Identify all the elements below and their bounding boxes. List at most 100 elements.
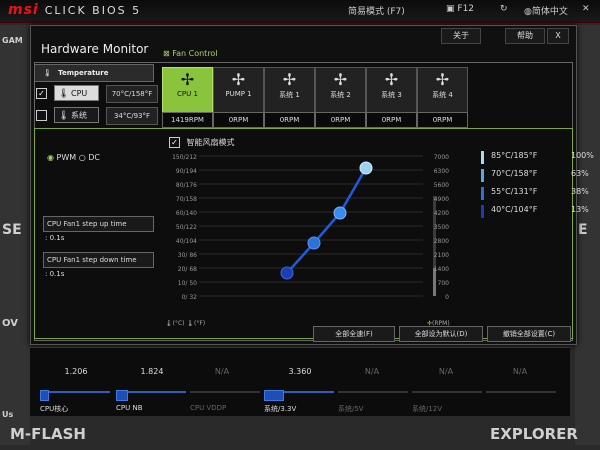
voltage-monitor: 1.206 1.824 N/A 3.360 N/A N/A N/A CPU核心 … [30,347,570,416]
thermometer-icon: 🌡 [165,320,173,327]
voltage-label: CPU NB [116,404,143,412]
fan-rpm-sys2: 0RPM [315,112,366,128]
fan-tab-pump1[interactable]: ✢ PUMP 1 [213,67,264,113]
voltage-value: N/A [512,367,528,376]
fan-icon: ✢ [435,70,450,89]
step-down-time-value: : 0.1s [45,270,65,278]
close-button[interactable]: X [547,28,569,44]
fan-tab-sys2[interactable]: ✢ 系统 2 [315,67,366,113]
fan-icon: ✢ [282,70,297,89]
window-title: Hardware Monitor [41,42,149,56]
voltage-label: CPU VDDP [190,404,227,412]
fan-rpm-cpu1: 1419RPM [162,112,213,128]
dc-label: DC [88,153,100,162]
full-speed-button[interactable]: 全部全速(F) [313,326,395,342]
voltage-bar-cpu-nb [116,390,128,401]
easy-mode-button[interactable]: 简易模式 (F7) [348,4,405,17]
legend-row-85: 85°C/185°F 100% [481,151,594,164]
legend-row-55: 55°C/131°F 38% [481,187,589,200]
temp-axis-ticks: 150/212 90/194 80/176 70/158 60/140 50/122 40/… [172,154,197,301]
brand-logo: msi CLICK BIOS 5 [8,2,142,18]
fan-rpm-sys1: 0RPM [264,112,315,128]
smart-fan-checkbox[interactable]: ✓ [169,137,180,148]
voltage-value: 1.206 [64,367,88,376]
fan-rpm-sys4: 0RPM [417,112,468,128]
top-bar: msi CLICK BIOS 5 简易模式 (F7) ▣ F12 ↻ ◍简体中文 … [0,0,600,23]
bg-label-ov: OV [2,318,18,329]
sensor-value-system: 34°C/93°F [106,107,158,125]
curve-point-70c [333,206,347,220]
thermometer-icon: 🌡 [58,89,70,99]
fan-tab-sys1[interactable]: ✢ 系统 1 [264,67,315,113]
bg-label-gam: GAM [2,36,23,45]
fan-tab-sys3[interactable]: ✢ 系统 3 [366,67,417,113]
fan-rpm-sys3: 0RPM [366,112,417,128]
sensor-value-cpu: 70°C/158°F [106,85,158,103]
cancel-all-button[interactable]: 撤销全部设置(C) [487,326,571,342]
fan-control-label: ⊠ Fan Control [163,49,218,58]
voltage-bar-sys-3v3 [264,390,284,401]
smart-fan-mode[interactable]: ✓ 智能风扇模式 [169,137,235,148]
fan-tab-sys4[interactable]: ✢ 系统 4 [417,67,468,113]
sensor-checkbox-system[interactable] [36,110,47,121]
screenshot-button[interactable]: ▣ F12 [446,4,474,14]
explorer-button[interactable]: EXPLORER [490,425,578,443]
thermometer-icon: 🌡 [58,111,70,121]
voltage-track [338,391,408,393]
voltage-label: 系统/5V [338,405,364,413]
voltage-track [412,391,482,393]
bg-label-us: Us [2,410,14,419]
thermometer-icon: 🌡 [186,320,195,327]
temp-unit-label: 🌡(°C) 🌡(°F) [165,320,206,327]
temperature-header: 🌡 Temperature [34,64,154,82]
mflash-button[interactable]: M-FLASH [10,425,86,443]
refresh-icon[interactable]: ↻ [500,4,508,14]
fan-icon: ✢ [180,70,195,89]
language-button[interactable]: ◍简体中文 [524,4,568,17]
pwm-radio[interactable]: ◉ [47,153,54,162]
help-button[interactable]: 帮助 [505,28,545,44]
exit-icon[interactable]: ✕ [582,4,590,14]
fan-icon: ✢ [231,70,246,89]
fan-curve-chart: 150/212 90/194 80/176 70/158 60/140 50/122 40/… [161,148,453,336]
step-down-time-label[interactable]: CPU Fan1 step down time [43,252,154,268]
voltage-track [190,391,260,393]
hardware-monitor-window: Hardware Monitor 关于 帮助 X 🌡 Temperature ✓… [30,25,594,345]
fan-mode-group: ◉ PWM ○ DC [47,153,100,162]
voltage-label: 系统/12V [412,405,443,413]
curve-point-85c [359,161,373,175]
voltage-value: N/A [364,367,380,376]
voltage-label: 系统/3.3V [264,405,297,413]
step-up-time-value: : 0.1s [45,234,65,242]
voltage-value: 3.360 [288,367,312,376]
curve-point-55c [307,236,321,250]
legend-row-70: 70°C/158°F 63% [481,169,589,182]
sensor-name-system[interactable]: 🌡 系统 [54,107,99,123]
voltage-value: N/A [438,367,454,376]
rpm-axis-ticks: 7000 6300 5600 4900 4200 3500 2800 2100 1400 700 0 [433,154,449,301]
thermometer-icon: 🌡 [43,69,52,77]
bg-label-e: E [578,222,588,238]
camera-icon: ▣ [446,4,455,14]
sensor-checkbox-cpu[interactable]: ✓ [36,88,47,99]
bg-label-se: SE [2,222,22,238]
legend-row-40: 40°C/104°F 13% [481,205,589,218]
fan-rpm-pump1: 0RPM [213,112,264,128]
fan-icon: ✢ [333,70,348,89]
pwm-label: PWM [56,153,77,162]
voltage-value: 1.824 [140,367,164,376]
fan-tab-cpu1[interactable]: ✢ CPU 1 [162,67,213,113]
voltage-track [40,391,110,393]
globe-icon: ◍ [524,7,532,17]
fan-icon: ✢ [384,70,399,89]
curve-point-40c [280,266,294,280]
sensor-name-cpu[interactable]: 🌡 CPU [54,85,99,101]
voltage-label: CPU核心 [40,405,69,413]
voltage-value: N/A [214,367,230,376]
about-button[interactable]: 关于 [441,28,481,44]
step-up-time-label[interactable]: CPU Fan1 step up time [43,216,154,232]
dc-radio[interactable]: ○ [79,153,86,162]
chart-icon: ⊠ [163,49,170,58]
set-default-button[interactable]: 全部设为默认(D) [399,326,483,342]
voltage-track [486,391,556,393]
